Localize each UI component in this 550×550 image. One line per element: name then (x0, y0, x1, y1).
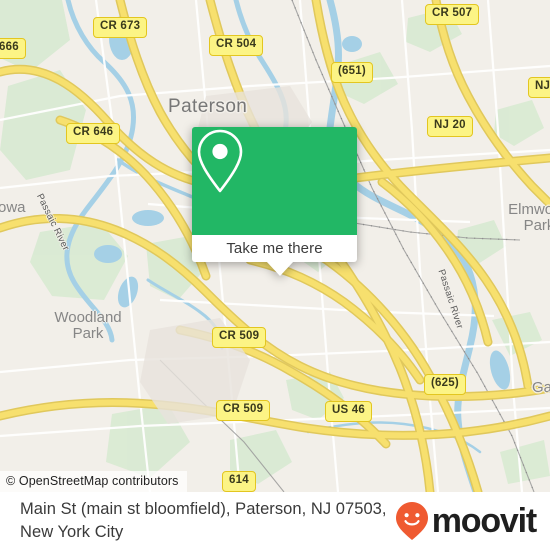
road-shield-nj[interactable]: NJ (528, 77, 550, 98)
moovit-wordmark: moovit (431, 502, 537, 540)
popup-tail (266, 261, 294, 276)
location-popup-card[interactable]: Take me there (192, 127, 357, 276)
moovit-smiley-pin-icon (395, 502, 428, 540)
map-screenshot: Paterson WoodlandPark ElmwoodPark owa Ga… (0, 0, 550, 550)
map-canvas[interactable]: Paterson WoodlandPark ElmwoodPark owa Ga… (0, 0, 550, 492)
popup-action-row[interactable]: Take me there (192, 235, 357, 262)
road-shield-666[interactable]: 666 (0, 38, 26, 59)
road-shield-cr-673[interactable]: CR 673 (93, 17, 148, 38)
road-shield-cr-507[interactable]: CR 507 (425, 4, 480, 25)
footer-bar: Main St (main st bloomfield), Paterson, … (0, 492, 550, 550)
road-shield-us-46[interactable]: US 46 (325, 401, 372, 422)
road-shield-614[interactable]: 614 (222, 471, 256, 492)
map-pin-icon (197, 129, 243, 193)
road-shield-625[interactable]: (625) (424, 374, 466, 395)
road-shield-cr-509-lower[interactable]: CR 509 (216, 400, 271, 421)
address-text: Main St (main st bloomfield), Paterson, … (20, 500, 387, 541)
take-me-there-label: Take me there (226, 240, 323, 257)
road-shield-cr-509-upper[interactable]: CR 509 (212, 327, 267, 348)
osm-attribution[interactable]: © OpenStreetMap contributors (0, 471, 187, 492)
road-shield-nj-20[interactable]: NJ 20 (427, 116, 473, 137)
popup-header (192, 127, 357, 235)
road-shield-cr-646[interactable]: CR 646 (66, 123, 121, 144)
moovit-logo[interactable]: moovit (395, 501, 537, 541)
road-shield-cr-504[interactable]: CR 504 (209, 35, 264, 56)
road-shield-651[interactable]: (651) (331, 62, 373, 83)
